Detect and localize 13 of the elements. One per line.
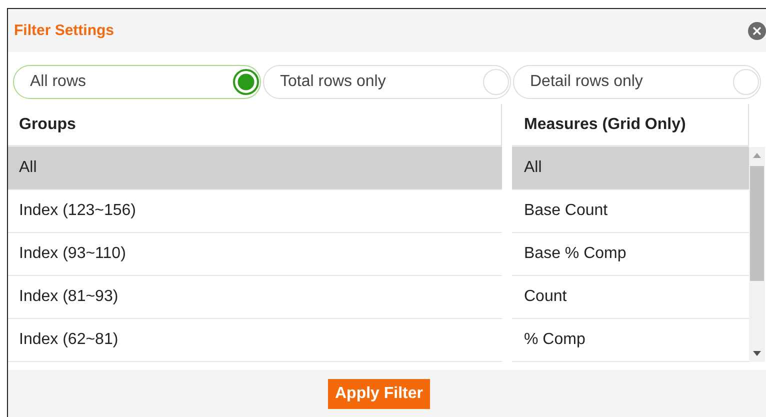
radio-option[interactable]: Detail rows only <box>513 65 761 99</box>
list-item[interactable]: Index (62~81) <box>8 319 502 362</box>
dialog-title: Filter Settings <box>14 22 114 39</box>
radio-option[interactable]: Total rows only <box>263 65 511 99</box>
list-item[interactable]: All <box>512 147 749 190</box>
list-item[interactable]: Index (81~93) <box>8 276 502 319</box>
scrollbar[interactable] <box>749 147 765 362</box>
scroll-down-icon[interactable] <box>753 351 761 356</box>
list-item[interactable]: All <box>8 147 502 190</box>
list-item[interactable]: Index (93~110) <box>8 233 502 276</box>
radio-option[interactable]: All rows <box>13 65 261 99</box>
close-icon[interactable] <box>748 22 766 40</box>
list-item[interactable]: Index (123~156) <box>8 190 502 233</box>
